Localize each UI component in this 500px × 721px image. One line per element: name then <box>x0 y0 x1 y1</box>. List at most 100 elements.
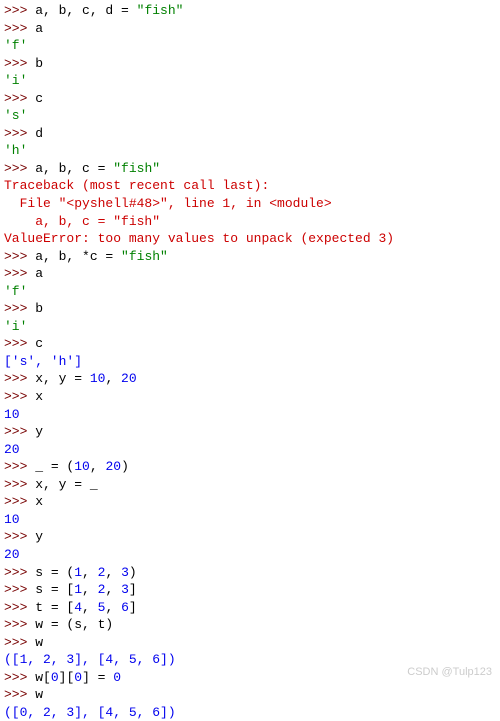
repl-prompt: >>> <box>4 161 35 176</box>
code-text: , <box>82 565 98 580</box>
code-line: >>> c <box>4 90 496 108</box>
repl-prompt: >>> <box>4 582 35 597</box>
number-output: 0 <box>74 670 82 685</box>
code-text: , <box>105 600 121 615</box>
repl-prompt: >>> <box>4 687 35 702</box>
number-output: 3 <box>121 582 129 597</box>
code-line: >>> s = [1, 2, 3] <box>4 581 496 599</box>
code-text: , <box>105 582 121 597</box>
code-text: s = ( <box>35 565 74 580</box>
code-text: a <box>35 266 43 281</box>
error-text: File "<pyshell#48>", line 1, in <module> <box>4 196 332 211</box>
code-text: x, y = <box>35 371 90 386</box>
code-text: c <box>35 336 43 351</box>
code-line: >>> y <box>4 423 496 441</box>
code-text: b <box>35 56 43 71</box>
number-output: 10 <box>90 371 106 386</box>
code-line: >>> x, y = _ <box>4 476 496 494</box>
number-output: ([0, 2, 3], [4, 5, 6]) <box>4 705 176 720</box>
code-line: >>> x <box>4 388 496 406</box>
number-output: 20 <box>4 442 20 457</box>
code-line: ValueError: too many values to unpack (e… <box>4 230 496 248</box>
code-text: ] <box>129 582 137 597</box>
code-line: 'i' <box>4 72 496 90</box>
number-output: 20 <box>121 371 137 386</box>
code-text: t = [ <box>35 600 74 615</box>
code-text: ][ <box>59 670 75 685</box>
repl-prompt: >>> <box>4 21 35 36</box>
string-literal: 'f' <box>4 284 27 299</box>
code-line: >>> s = (1, 2, 3) <box>4 564 496 582</box>
python-shell-output[interactable]: >>> a, b, c, d = "fish">>> a'f'>>> b'i'>… <box>4 2 496 721</box>
code-line: 's' <box>4 107 496 125</box>
code-line: a, b, c = "fish" <box>4 213 496 231</box>
repl-prompt: >>> <box>4 3 35 18</box>
code-text: _ = ( <box>35 459 74 474</box>
code-text: , <box>82 582 98 597</box>
repl-prompt: >>> <box>4 56 35 71</box>
code-line: 'f' <box>4 283 496 301</box>
code-text: x <box>35 494 43 509</box>
code-line: >>> x <box>4 493 496 511</box>
code-line: 20 <box>4 546 496 564</box>
code-text: w = (s, t) <box>35 617 113 632</box>
string-literal: 'f' <box>4 38 27 53</box>
number-output: 3 <box>121 565 129 580</box>
repl-prompt: >>> <box>4 91 35 106</box>
error-text: Traceback (most recent call last): <box>4 178 269 193</box>
error-text: a, b, c = "fish" <box>4 214 160 229</box>
code-line: >>> d <box>4 125 496 143</box>
number-output: 0 <box>113 670 121 685</box>
code-line: >>> w <box>4 634 496 652</box>
code-text: y <box>35 529 43 544</box>
code-text: c <box>35 91 43 106</box>
watermark: CSDN @Tulp123 <box>407 665 492 680</box>
code-text: ] <box>129 600 137 615</box>
code-text: , <box>105 565 121 580</box>
code-text: y <box>35 424 43 439</box>
number-output: ['s', 'h'] <box>4 354 82 369</box>
code-text: x <box>35 389 43 404</box>
code-text: a, b, *c = <box>35 249 121 264</box>
number-output: 20 <box>105 459 121 474</box>
code-text: x, y = _ <box>35 477 97 492</box>
code-line: >>> x, y = 10, 20 <box>4 370 496 388</box>
code-line: >>> _ = (10, 20) <box>4 458 496 476</box>
repl-prompt: >>> <box>4 494 35 509</box>
number-output: 1 <box>74 582 82 597</box>
string-literal: 'i' <box>4 73 27 88</box>
code-line: File "<pyshell#48>", line 1, in <module> <box>4 195 496 213</box>
code-text: w <box>35 687 43 702</box>
number-output: 10 <box>4 407 20 422</box>
code-line: 10 <box>4 406 496 424</box>
code-text: ) <box>129 565 137 580</box>
code-line: >>> c <box>4 335 496 353</box>
code-line: 'i' <box>4 318 496 336</box>
code-line: >>> w = (s, t) <box>4 616 496 634</box>
code-text: , <box>82 600 98 615</box>
code-line: >>> y <box>4 528 496 546</box>
code-line: 20 <box>4 441 496 459</box>
string-literal: 's' <box>4 108 27 123</box>
repl-prompt: >>> <box>4 301 35 316</box>
repl-prompt: >>> <box>4 371 35 386</box>
string-literal: "fish" <box>137 3 184 18</box>
repl-prompt: >>> <box>4 249 35 264</box>
code-line: 'f' <box>4 37 496 55</box>
code-line: >>> a <box>4 265 496 283</box>
number-output: 0 <box>51 670 59 685</box>
number-output: 20 <box>4 547 20 562</box>
code-line: >>> w <box>4 686 496 704</box>
string-literal: 'i' <box>4 319 27 334</box>
code-line: >>> a, b, *c = "fish" <box>4 248 496 266</box>
code-line: >>> a, b, c, d = "fish" <box>4 2 496 20</box>
repl-prompt: >>> <box>4 126 35 141</box>
repl-prompt: >>> <box>4 424 35 439</box>
code-text: , <box>90 459 106 474</box>
code-line: ['s', 'h'] <box>4 353 496 371</box>
code-line: >>> b <box>4 55 496 73</box>
code-text: a <box>35 21 43 36</box>
number-output: 4 <box>74 600 82 615</box>
repl-prompt: >>> <box>4 459 35 474</box>
code-line: >>> t = [4, 5, 6] <box>4 599 496 617</box>
